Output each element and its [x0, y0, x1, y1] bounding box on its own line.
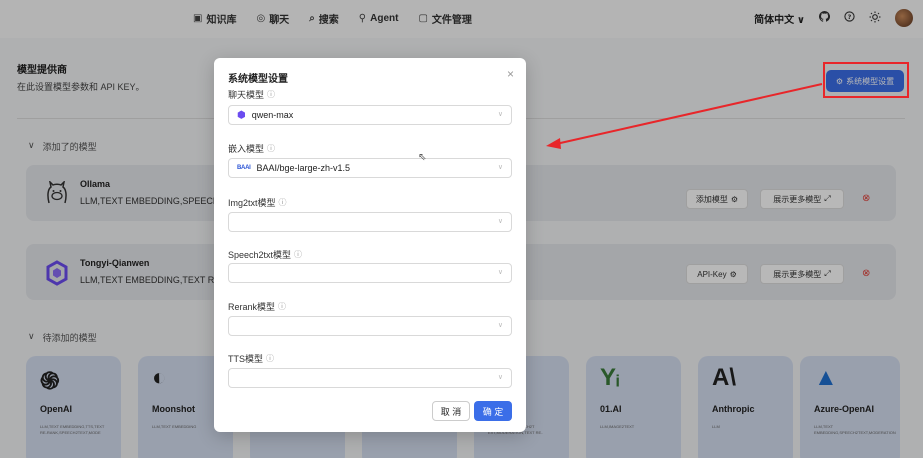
close-icon[interactable]: ×: [507, 67, 514, 81]
system-model-settings-modal: 系统模型设置 × 聊天模型 ⓘ ⬢ qwen-max ∨ 嵌入模型 ⓘ BAAI B…: [214, 58, 526, 432]
rerank-model-select[interactable]: ∨: [228, 316, 512, 336]
speech2txt-model-select[interactable]: ∨: [228, 263, 512, 283]
tongyi-logo-icon: ⬢: [237, 109, 246, 121]
embedding-model-select[interactable]: BAAI BAAI/bge-large-zh-v1.5 ∨: [228, 158, 512, 178]
confirm-button[interactable]: 确 定: [474, 401, 512, 421]
rerank-model-label: Rerank模型 ⓘ: [228, 302, 287, 312]
mouse-cursor-icon: ⇖: [418, 152, 427, 163]
question-icon: ⓘ: [278, 198, 287, 207]
question-icon: ⓘ: [266, 354, 274, 363]
chat-model-select[interactable]: ⬢ qwen-max ∨: [228, 105, 512, 125]
chat-model-label: 聊天模型 ⓘ: [228, 90, 276, 100]
chevron-down-icon: ∨: [497, 164, 503, 171]
question-icon: ⓘ: [294, 250, 303, 259]
chevron-down-icon: ∨: [497, 269, 503, 276]
img2txt-model-label: Img2txt模型 ⓘ: [228, 198, 287, 208]
img2txt-model-select[interactable]: ∨: [228, 212, 512, 232]
question-icon: ⓘ: [267, 144, 276, 153]
cancel-button[interactable]: 取 消: [432, 401, 470, 421]
embedding-model-label: 嵌入模型 ⓘ: [228, 144, 276, 154]
chevron-down-icon: ∨: [497, 218, 503, 225]
chevron-down-icon: ∨: [497, 322, 503, 329]
question-icon: ⓘ: [278, 302, 287, 311]
tts-model-label: TTS模型 ⓘ: [228, 354, 274, 364]
tts-model-select[interactable]: ∨: [228, 368, 512, 388]
question-icon: ⓘ: [267, 90, 276, 99]
chevron-down-icon: ∨: [497, 111, 503, 118]
speech2txt-model-label: Speech2txt模型 ⓘ: [228, 250, 303, 260]
baai-logo-icon: BAAI: [237, 165, 251, 171]
chevron-down-icon: ∨: [497, 374, 503, 381]
modal-title: 系统模型设置: [228, 74, 288, 85]
